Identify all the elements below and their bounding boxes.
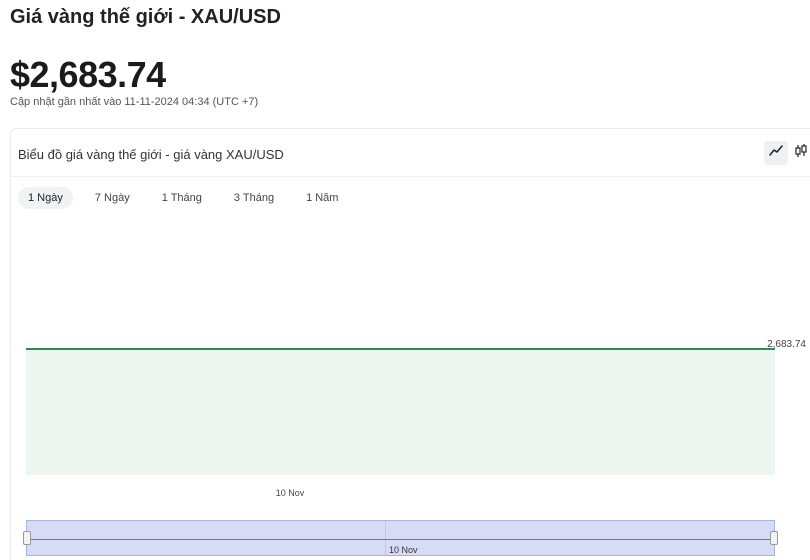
- range-tab-7-days[interactable]: 7 Ngày: [85, 187, 140, 209]
- navigator-left-handle[interactable]: [23, 531, 31, 545]
- gold-price-page: Giá vàng thế giới - XAU/USD $2,683.74 Cậ…: [0, 0, 810, 560]
- candlestick-chart-icon: [793, 143, 809, 164]
- time-range-tabs: 1 Ngày 7 Ngày 1 Tháng 3 Tháng 1 Năm: [18, 187, 360, 209]
- range-tab-1-month[interactable]: 1 Tháng: [152, 187, 212, 209]
- chart-title: Biểu đồ giá vàng thế giới - giá vàng XAU…: [18, 147, 284, 162]
- line-chart-button[interactable]: [764, 141, 788, 165]
- navigator-series-line: [27, 539, 774, 540]
- line-chart-icon: [768, 143, 784, 164]
- chart-card-header: Biểu đồ giá vàng thế giới - giá vàng XAU…: [11, 129, 810, 177]
- navigator-right-handle[interactable]: [770, 531, 778, 545]
- candlestick-chart-button[interactable]: [789, 141, 810, 165]
- last-updated-text: Cập nhật gần nhất vào 11-11-2024 04:34 (…: [10, 96, 259, 108]
- page-title: Giá vàng thế giới - XAU/USD: [10, 6, 281, 28]
- range-tab-1-day[interactable]: 1 Ngày: [18, 187, 73, 209]
- navigator-divider: [385, 521, 386, 555]
- range-tab-1-year[interactable]: 1 Năm: [296, 187, 348, 209]
- current-price: $2,683.74: [10, 54, 166, 95]
- range-tab-3-months[interactable]: 3 Tháng: [224, 187, 284, 209]
- chart-navigator[interactable]: 10 Nov: [23, 520, 778, 556]
- chart-card: Biểu đồ giá vàng thế giới - giá vàng XAU…: [10, 128, 810, 560]
- navigator-date-label: 10 Nov: [389, 545, 418, 555]
